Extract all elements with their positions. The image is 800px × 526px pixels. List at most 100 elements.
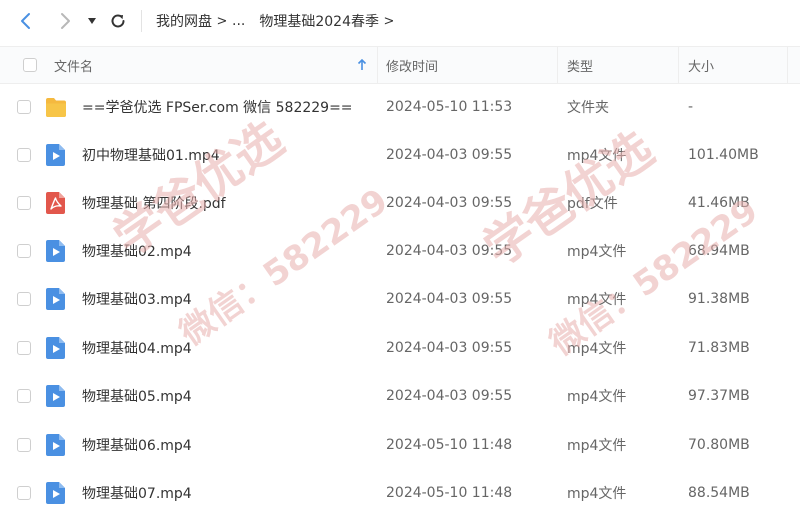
checkbox-box — [17, 341, 31, 355]
list-item[interactable]: 物理基础07.mp4 2024-05-10 11:48 mp4文件 88.54M… — [0, 469, 800, 517]
file-type: 文件夹 — [567, 100, 609, 116]
row-checkbox[interactable] — [17, 131, 31, 179]
row-checkbox[interactable] — [17, 179, 31, 227]
breadcrumb-current[interactable]: 物理基础2024春季 — [259, 11, 379, 31]
video-file-icon — [46, 482, 65, 504]
row-checkbox[interactable] — [17, 421, 31, 469]
file-size: 71.83MB — [688, 340, 750, 356]
select-all-checkbox[interactable] — [23, 47, 37, 83]
file-type: mp4文件 — [567, 292, 627, 308]
checkbox-box — [17, 244, 31, 258]
list-item[interactable]: 物理基础 第四阶段.pdf 2024-04-03 09:55 pdf文件 41.… — [0, 179, 800, 227]
refresh-icon — [111, 14, 125, 28]
file-name[interactable]: 物理基础05.mp4 — [82, 372, 192, 420]
file-modified: 2024-04-03 09:55 — [386, 340, 513, 356]
list-item[interactable]: 物理基础02.mp4 2024-04-03 09:55 mp4文件 68.94M… — [0, 227, 800, 275]
file-list-header: 文件名 修改时间 类型 大小 — [0, 46, 800, 84]
file-name[interactable]: 物理基础07.mp4 — [82, 469, 192, 517]
file-type: mp4文件 — [567, 486, 627, 502]
file-modified: 2024-04-03 09:55 — [386, 147, 513, 163]
list-item[interactable]: ==学爸优选 FPSer.com 微信 582229== 2024-05-10 … — [0, 83, 800, 131]
caret-down-icon — [88, 18, 96, 24]
file-modified: 2024-04-03 09:55 — [386, 195, 513, 211]
file-size: - — [688, 99, 694, 115]
breadcrumb-chevron-icon: > — [216, 13, 228, 29]
breadcrumb-chevron-icon: > — [383, 13, 395, 29]
column-header-size[interactable]: 大小 — [688, 47, 714, 83]
file-name[interactable]: ==学爸优选 FPSer.com 微信 582229== — [82, 83, 353, 131]
column-header-name-label: 文件名 — [54, 59, 94, 75]
file-type: mp4文件 — [567, 148, 627, 164]
breadcrumb: 我的网盘 > ... 物理基础2024春季 > — [156, 10, 399, 32]
toolbar: 我的网盘 > ... 物理基础2024春季 > — [0, 0, 800, 42]
back-button[interactable] — [14, 9, 38, 33]
column-header-name[interactable]: 文件名 — [54, 47, 93, 83]
list-item[interactable]: 物理基础06.mp4 2024-05-10 11:48 mp4文件 70.80M… — [0, 421, 800, 469]
file-type: pdf文件 — [567, 196, 618, 212]
column-divider — [678, 47, 679, 83]
file-name[interactable]: 初中物理基础01.mp4 — [82, 131, 220, 179]
list-item[interactable]: 初中物理基础01.mp4 2024-04-03 09:55 mp4文件 101.… — [0, 131, 800, 179]
file-modified: 2024-04-03 09:55 — [386, 388, 513, 404]
checkbox-box — [23, 58, 37, 72]
file-size: 68.94MB — [688, 243, 750, 259]
column-divider — [557, 47, 558, 83]
file-name[interactable]: 物理基础04.mp4 — [82, 324, 192, 372]
row-checkbox[interactable] — [17, 227, 31, 275]
column-header-modified-label: 修改时间 — [386, 59, 439, 75]
video-file-icon — [46, 434, 65, 456]
folder-icon — [46, 98, 66, 117]
list-item[interactable]: 物理基础04.mp4 2024-04-03 09:55 mp4文件 71.83M… — [0, 324, 800, 372]
history-dropdown-button[interactable] — [82, 9, 102, 33]
file-name[interactable]: 物理基础06.mp4 — [82, 421, 192, 469]
checkbox-box — [17, 389, 31, 403]
row-checkbox[interactable] — [17, 372, 31, 420]
file-name[interactable]: 物理基础03.mp4 — [82, 275, 192, 323]
file-name[interactable]: 物理基础02.mp4 — [82, 227, 192, 275]
file-size: 91.38MB — [688, 291, 750, 307]
row-checkbox[interactable] — [17, 469, 31, 517]
file-size: 101.40MB — [688, 147, 759, 163]
chevron-left-icon — [21, 13, 30, 29]
checkbox-box — [17, 292, 31, 306]
list-item[interactable]: 物理基础05.mp4 2024-04-03 09:55 mp4文件 97.37M… — [0, 372, 800, 420]
file-size: 70.80MB — [688, 437, 750, 453]
file-name[interactable]: 物理基础 第四阶段.pdf — [82, 179, 226, 227]
column-divider — [787, 47, 788, 83]
file-modified: 2024-04-03 09:55 — [386, 291, 513, 307]
checkbox-box — [17, 486, 31, 500]
file-type: mp4文件 — [567, 438, 627, 454]
file-modified: 2024-05-10 11:53 — [386, 99, 513, 115]
file-type: mp4文件 — [567, 341, 627, 357]
video-file-icon — [46, 337, 65, 359]
list-item[interactable]: 物理基础03.mp4 2024-04-03 09:55 mp4文件 91.38M… — [0, 275, 800, 323]
toolbar-divider — [141, 10, 142, 32]
chevron-right-icon — [61, 13, 70, 29]
column-divider — [377, 47, 378, 83]
file-type: mp4文件 — [567, 244, 627, 260]
row-checkbox[interactable] — [17, 275, 31, 323]
checkbox-box — [17, 148, 31, 162]
forward-button[interactable] — [53, 9, 77, 33]
video-file-icon — [46, 144, 65, 166]
checkbox-box — [17, 100, 31, 114]
file-size: 88.54MB — [688, 485, 750, 501]
arrow-up-icon — [357, 59, 367, 70]
file-type: mp4文件 — [567, 389, 627, 405]
breadcrumb-ellipsis[interactable]: ... — [232, 13, 245, 29]
pdf-file-icon — [46, 192, 65, 214]
file-size: 41.46MB — [688, 195, 750, 211]
column-header-modified[interactable]: 修改时间 — [386, 47, 438, 83]
video-file-icon — [46, 385, 65, 407]
row-checkbox[interactable] — [17, 83, 31, 131]
file-modified: 2024-05-10 11:48 — [386, 437, 513, 453]
row-checkbox[interactable] — [17, 324, 31, 372]
column-header-type[interactable]: 类型 — [567, 47, 593, 83]
sort-ascending-icon[interactable] — [357, 47, 367, 83]
column-header-type-label: 类型 — [567, 59, 594, 75]
file-modified: 2024-04-03 09:55 — [386, 243, 513, 259]
checkbox-box — [17, 438, 31, 452]
refresh-button[interactable] — [106, 9, 130, 33]
breadcrumb-root[interactable]: 我的网盘 — [156, 11, 212, 31]
file-size: 97.37MB — [688, 388, 750, 404]
